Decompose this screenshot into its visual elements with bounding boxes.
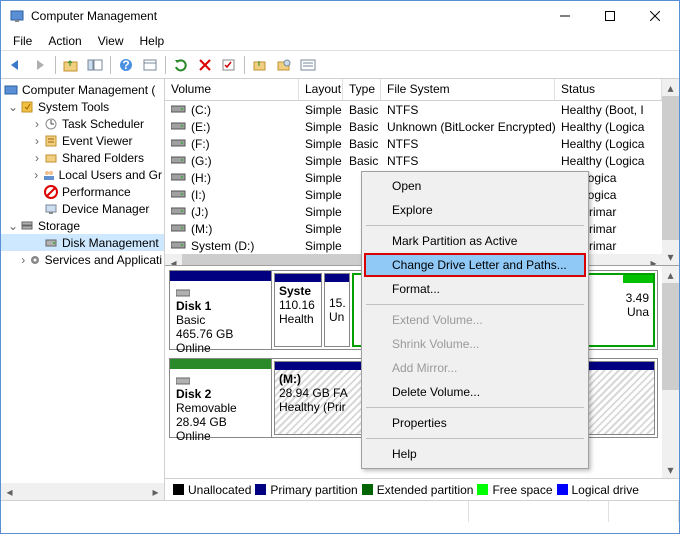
titlebar: Computer Management bbox=[1, 1, 679, 31]
ctx-format[interactable]: Format... bbox=[364, 277, 586, 301]
forward-button[interactable] bbox=[29, 54, 51, 76]
ctx-change-letter[interactable]: Change Drive Letter and Paths... bbox=[364, 253, 586, 277]
tree-event[interactable]: ›Event Viewer bbox=[1, 132, 164, 149]
ctx-delete[interactable]: Delete Volume... bbox=[364, 380, 586, 404]
volume-headers: Volume Layout Type File System Status bbox=[165, 79, 662, 101]
tree-users[interactable]: ›Local Users and Gr bbox=[1, 166, 164, 183]
maximize-button[interactable] bbox=[587, 2, 632, 30]
tree-perf[interactable]: Performance bbox=[1, 183, 164, 200]
tree-systools[interactable]: ⌄System Tools bbox=[1, 98, 164, 115]
drive-icon bbox=[171, 104, 187, 116]
menu-file[interactable]: File bbox=[5, 32, 40, 50]
disk-1-part-1[interactable]: Syste110.16Health bbox=[274, 273, 322, 347]
ctx-extend: Extend Volume... bbox=[364, 308, 586, 332]
ctx-open[interactable]: Open bbox=[364, 174, 586, 198]
volume-row[interactable]: (G:)SimpleBasicNTFSHealthy (Logica bbox=[165, 152, 662, 169]
volume-row[interactable]: (F:)SimpleBasicNTFSHealthy (Logica bbox=[165, 135, 662, 152]
svg-text:?: ? bbox=[122, 58, 129, 72]
menu-help[interactable]: Help bbox=[132, 32, 173, 50]
drive-icon bbox=[171, 155, 187, 167]
col-type[interactable]: Type bbox=[343, 79, 381, 100]
ctx-help[interactable]: Help bbox=[364, 442, 586, 466]
help-icon[interactable]: ? bbox=[115, 54, 137, 76]
col-fs[interactable]: File System bbox=[381, 79, 555, 100]
drive-icon bbox=[171, 172, 187, 184]
ctx-mirror: Add Mirror... bbox=[364, 356, 586, 380]
properties-icon[interactable] bbox=[139, 54, 161, 76]
drive-icon bbox=[171, 240, 187, 252]
app-icon bbox=[9, 8, 25, 24]
refresh-icon[interactable] bbox=[170, 54, 192, 76]
menu-action[interactable]: Action bbox=[40, 32, 89, 50]
tree-root[interactable]: Computer Management ( bbox=[1, 81, 164, 98]
volume-row[interactable]: (C:)SimpleBasicNTFSHealthy (Boot, I bbox=[165, 101, 662, 118]
show-hide-tree-icon[interactable] bbox=[84, 54, 106, 76]
up-folder-icon[interactable] bbox=[60, 54, 82, 76]
menubar: File Action View Help bbox=[1, 31, 679, 51]
drive-icon bbox=[171, 189, 187, 201]
drive-icon bbox=[171, 206, 187, 218]
action-icon-2[interactable] bbox=[273, 54, 295, 76]
delete-icon[interactable] bbox=[194, 54, 216, 76]
col-layout[interactable]: Layout bbox=[299, 79, 343, 100]
statusbar bbox=[1, 500, 679, 522]
menu-view[interactable]: View bbox=[90, 32, 132, 50]
checklist-icon[interactable] bbox=[218, 54, 240, 76]
tree-storage[interactable]: ⌄Storage bbox=[1, 217, 164, 234]
ctx-shrink: Shrink Volume... bbox=[364, 332, 586, 356]
close-button[interactable] bbox=[632, 2, 677, 30]
ctx-properties[interactable]: Properties bbox=[364, 411, 586, 435]
drive-icon bbox=[171, 121, 187, 133]
tree-hscrollbar[interactable]: ◂▸ bbox=[1, 483, 164, 500]
minimize-button[interactable] bbox=[542, 2, 587, 30]
back-button[interactable] bbox=[5, 54, 27, 76]
settings-list-icon[interactable] bbox=[297, 54, 319, 76]
volume-row[interactable]: (E:)SimpleBasicUnknown (BitLocker Encryp… bbox=[165, 118, 662, 135]
disk-icon bbox=[176, 288, 190, 298]
tree-task[interactable]: ›Task Scheduler bbox=[1, 115, 164, 132]
volume-vscrollbar[interactable]: ▴▾ bbox=[662, 79, 679, 265]
tree-services[interactable]: ›Services and Applicati bbox=[1, 251, 164, 268]
disk-2-info: Disk 2 Removable 28.94 GB Online bbox=[170, 359, 272, 437]
col-volume[interactable]: Volume bbox=[165, 79, 299, 100]
disk-1-info: Disk 1 Basic 465.76 GB Online bbox=[170, 271, 272, 349]
action-icon-1[interactable] bbox=[249, 54, 271, 76]
ctx-explore[interactable]: Explore bbox=[364, 198, 586, 222]
drive-icon bbox=[171, 223, 187, 235]
context-menu: Open Explore Mark Partition as Active Ch… bbox=[361, 171, 589, 469]
tree-diskmgmt[interactable]: Disk Management bbox=[1, 234, 164, 251]
drive-icon bbox=[171, 138, 187, 150]
legend: Unallocated Primary partition Extended p… bbox=[165, 478, 679, 500]
window-title: Computer Management bbox=[31, 9, 542, 23]
toolbar: ? bbox=[1, 51, 679, 79]
tree-shared[interactable]: ›Shared Folders bbox=[1, 149, 164, 166]
nav-tree: Computer Management ( ⌄System Tools ›Tas… bbox=[1, 79, 165, 500]
disk-icon bbox=[176, 376, 190, 386]
disk-1-part-2[interactable]: 15.Un bbox=[324, 273, 350, 347]
col-status[interactable]: Status bbox=[555, 79, 662, 100]
tree-devmgr[interactable]: Device Manager bbox=[1, 200, 164, 217]
ctx-mark-active[interactable]: Mark Partition as Active bbox=[364, 229, 586, 253]
disk-vscrollbar[interactable]: ▴▾ bbox=[662, 266, 679, 478]
